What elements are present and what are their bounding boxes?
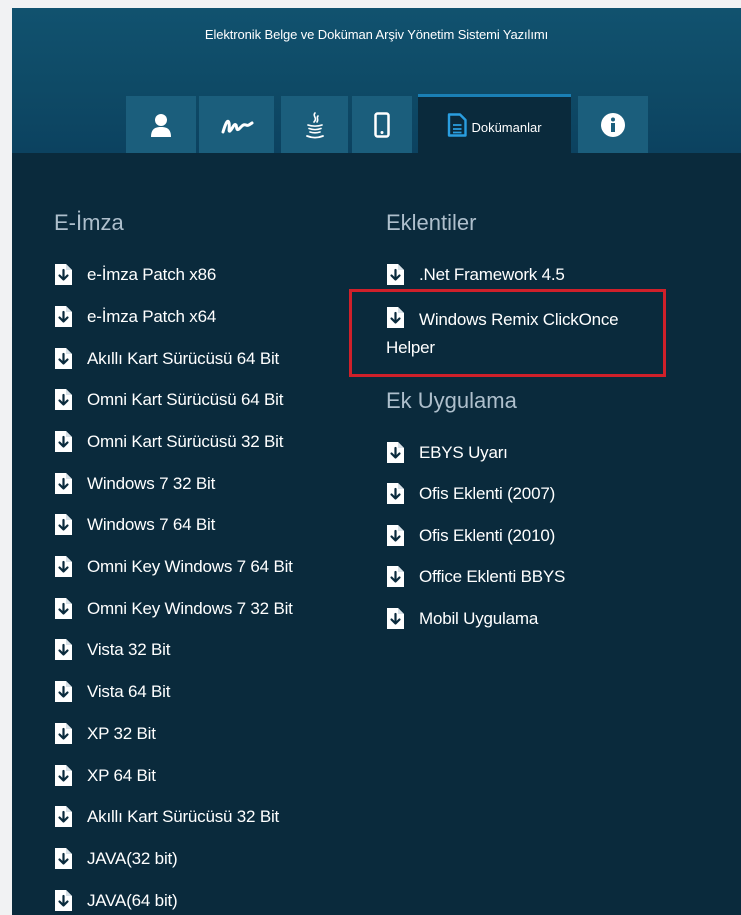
java-icon	[305, 111, 324, 138]
link-label: Windows Remix ClickOnce Helper	[386, 310, 619, 357]
link-label: e-İmza Patch x64	[87, 306, 217, 326]
tab-java[interactable]	[281, 96, 348, 153]
link-label: Ofis Eklenti (2007)	[419, 483, 556, 503]
tab-signature[interactable]	[199, 96, 274, 153]
tab-user[interactable]	[126, 96, 196, 153]
link-label: Vista 32 Bit	[87, 639, 171, 659]
download-icon	[54, 389, 73, 410]
download-link[interactable]: Akıllı Kart Sürücüsü 32 Bit	[54, 806, 279, 827]
link-label: Vista 64 Bit	[87, 681, 171, 701]
download-icon	[54, 306, 73, 327]
download-link[interactable]: XP 32 Bit	[54, 723, 156, 744]
download-icon	[386, 264, 405, 285]
download-link[interactable]: Omni Key Windows 7 32 Bit	[54, 598, 293, 619]
download-link[interactable]: Office Eklenti BBYS	[386, 566, 565, 587]
download-icon	[386, 483, 405, 504]
link-label: e-İmza Patch x86	[87, 264, 217, 284]
download-link[interactable]: JAVA(32 bit)	[54, 848, 178, 869]
download-icon	[386, 566, 405, 587]
download-icon	[386, 525, 405, 546]
link-label: XP 64 Bit	[87, 765, 156, 785]
download-icon	[54, 264, 73, 285]
download-icon	[54, 598, 73, 619]
download-link[interactable]: Omni Key Windows 7 64 Bit	[54, 556, 293, 577]
download-icon	[54, 723, 73, 744]
eklentiler-title: Eklentiler	[386, 210, 477, 235]
link-label: Ofis Eklenti (2010)	[419, 525, 556, 545]
download-icon	[386, 442, 405, 463]
download-link[interactable]: JAVA(64 bit)	[54, 890, 178, 911]
link-label: JAVA(64 bit)	[87, 890, 178, 910]
link-label: Windows 7 64 Bit	[87, 514, 216, 534]
document-icon	[448, 113, 468, 137]
header: Elektronik Belge ve Doküman Arşiv Yöneti…	[12, 8, 741, 153]
download-link[interactable]: EBYS Uyarı	[386, 442, 508, 463]
download-icon	[54, 639, 73, 660]
link-label: EBYS Uyarı	[419, 442, 508, 462]
link-label: Office Eklenti BBYS	[419, 566, 566, 586]
mobile-icon	[374, 111, 390, 138]
download-icon	[54, 556, 73, 577]
download-link[interactable]: Ofis Eklenti (2007)	[386, 483, 555, 504]
link-label: .Net Framework 4.5	[419, 264, 565, 284]
download-icon	[54, 848, 73, 869]
download-link[interactable]: Ofis Eklenti (2010)	[386, 525, 555, 546]
link-label: Omni Key Windows 7 32 Bit	[87, 598, 293, 618]
link-label: Omni Kart Sürücüsü 32 Bit	[87, 431, 284, 451]
link-label: Omni Key Windows 7 64 Bit	[87, 556, 293, 576]
link-label: Windows 7 32 Bit	[87, 473, 216, 493]
link-label: XP 32 Bit	[87, 723, 156, 743]
link-label: JAVA(32 bit)	[87, 848, 178, 868]
download-icon	[54, 681, 73, 702]
download-icon	[54, 348, 73, 369]
download-icon	[54, 806, 73, 827]
link-label: Omni Kart Sürücüsü 64 Bit	[87, 389, 284, 409]
link-label: Mobil Uygulama	[419, 608, 539, 628]
info-icon	[601, 112, 625, 137]
tab-documents[interactable]: Dokümanlar	[418, 94, 571, 153]
download-link[interactable]: Windows 7 32 Bit	[54, 473, 215, 494]
download-link[interactable]: Omni Kart Sürücüsü 64 Bit	[54, 389, 283, 410]
signature-icon	[221, 119, 253, 133]
download-link[interactable]: Vista 64 Bit	[54, 681, 170, 702]
download-icon	[54, 473, 73, 494]
link-label: Akıllı Kart Sürücüsü 32 Bit	[87, 806, 280, 826]
tab-documents-label: Dokümanlar	[471, 119, 542, 135]
eimza-title: E-İmza	[54, 210, 124, 235]
download-link[interactable]: Vista 32 Bit	[54, 639, 170, 660]
app-title: Elektronik Belge ve Doküman Arşiv Yöneti…	[204, 27, 549, 42]
download-link[interactable]: .Net Framework 4.5	[386, 264, 565, 285]
download-icon	[54, 431, 73, 452]
download-icon	[54, 765, 73, 786]
link-label: Akıllı Kart Sürücüsü 64 Bit	[87, 348, 280, 368]
download-link[interactable]: e-İmza Patch x64	[54, 306, 216, 327]
download-icon	[386, 307, 405, 328]
download-icon	[54, 890, 73, 911]
download-link[interactable]: Akıllı Kart Sürücüsü 64 Bit	[54, 348, 279, 369]
user-icon	[151, 113, 171, 137]
download-icon	[386, 608, 405, 629]
download-link[interactable]: e-İmza Patch x86	[54, 264, 216, 285]
tab-mobile[interactable]	[352, 96, 412, 153]
download-link[interactable]: XP 64 Bit	[54, 765, 156, 786]
download-link-remix[interactable]: Windows Remix ClickOnce Helper	[386, 306, 666, 362]
download-link[interactable]: Mobil Uygulama	[386, 608, 538, 629]
download-icon	[54, 514, 73, 535]
ek-uygulama-title: Ek Uygulama	[386, 388, 517, 413]
main-panel: Elektronik Belge ve Doküman Arşiv Yöneti…	[12, 8, 741, 915]
tab-info[interactable]	[578, 96, 648, 153]
download-link[interactable]: Omni Kart Sürücüsü 32 Bit	[54, 431, 283, 452]
download-link[interactable]: Windows 7 64 Bit	[54, 514, 215, 535]
